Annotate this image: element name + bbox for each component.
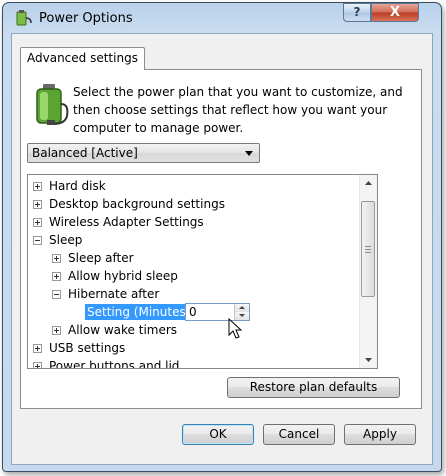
expand-plus-icon[interactable] [33,182,42,191]
expand-plus-icon[interactable] [52,254,61,263]
tree-item-usb-settings[interactable]: USB settings [28,339,358,357]
grip-line [365,249,371,250]
window-title: Power Options [39,11,133,26]
scroll-up-button[interactable] [360,175,377,192]
tree-item-sleep[interactable]: Sleep [28,231,358,249]
scroll-up-arrow-icon [365,181,372,185]
chevron-down-icon [245,151,253,156]
power-plan-select-value: Balanced [Active] [32,146,138,160]
tree-item-label: Sleep after [68,251,134,265]
expand-plus-icon[interactable] [33,218,42,227]
dialog-client: Advanced settings Select the power plan … [11,33,433,465]
tree-item-sleep-after[interactable]: Sleep after [28,249,358,267]
tree-item-label: Sleep [49,233,83,247]
scrollbar-thumb[interactable] [361,201,375,297]
cancel-button[interactable]: Cancel [263,424,335,445]
mouse-pointer-icon [228,318,243,339]
power-options-window: Power Options ? X Advanced settings Sele… [2,2,442,472]
apply-button[interactable]: Apply [344,424,416,445]
close-button[interactable]: X [371,3,419,22]
title-bar[interactable]: Power Options ? X [3,3,441,33]
tree-item-power-buttons[interactable]: Power buttons and lid [28,357,358,369]
expand-plus-icon[interactable] [33,362,42,368]
tree-item-setting-minutes: Setting (Minutes): 0 [28,303,358,321]
vertical-scrollbar[interactable] [359,175,377,368]
minutes-value: 0 [189,305,197,319]
intro-text: Select the power plan that you want to c… [73,85,403,135]
tree-item-allow-wake-timers[interactable]: Allow wake timers [28,321,358,339]
expand-plus-icon[interactable] [52,326,61,335]
expand-plus-icon[interactable] [52,272,61,281]
tree-item-wireless-adapter[interactable]: Wireless Adapter Settings [28,213,358,231]
expand-plus-icon[interactable] [33,344,42,353]
expand-plus-icon[interactable] [33,200,42,209]
tree-item-label: Allow hybrid sleep [68,269,178,283]
tree-item-hard-disk[interactable]: Hard disk [28,177,358,195]
ok-button[interactable]: OK [182,424,254,445]
arrow-up-icon [239,306,245,309]
arrow-down-icon [239,314,245,317]
setting-minutes-label: Setting (Minutes): [85,304,197,320]
restore-plan-defaults-button[interactable]: Restore plan defaults [227,377,400,398]
tree-item-allow-hybrid-sleep[interactable]: Allow hybrid sleep [28,267,358,285]
collapse-minus-icon[interactable] [52,290,61,299]
tree-item-label: Wireless Adapter Settings [49,215,204,229]
scroll-down-button[interactable] [360,351,377,368]
power-plan-select[interactable]: Balanced [Active] [27,143,260,163]
tab-advanced-settings[interactable]: Advanced settings [20,47,145,70]
advanced-settings-panel: Select the power plan that you want to c… [20,69,422,409]
settings-tree[interactable]: Hard disk Desktop background settings Wi… [27,174,378,369]
grip-line [365,246,371,247]
tree-item-label: USB settings [49,341,126,355]
tree-item-hibernate-after[interactable]: Hibernate after [28,285,358,303]
tree-item-label: Hibernate after [68,287,160,301]
tree-item-desktop-background[interactable]: Desktop background settings [28,195,358,213]
tree-item-label: Hard disk [49,179,106,193]
help-button[interactable]: ? [343,3,371,22]
battery-power-icon [36,84,69,125]
power-options-icon [16,10,32,26]
tree-item-label: Power buttons and lid [49,359,180,369]
tree-item-label: Desktop background settings [49,197,225,211]
scroll-down-arrow-icon [365,358,372,362]
grip-line [365,252,371,253]
collapse-minus-icon[interactable] [33,236,42,245]
tree-item-label: Allow wake timers [68,323,178,337]
